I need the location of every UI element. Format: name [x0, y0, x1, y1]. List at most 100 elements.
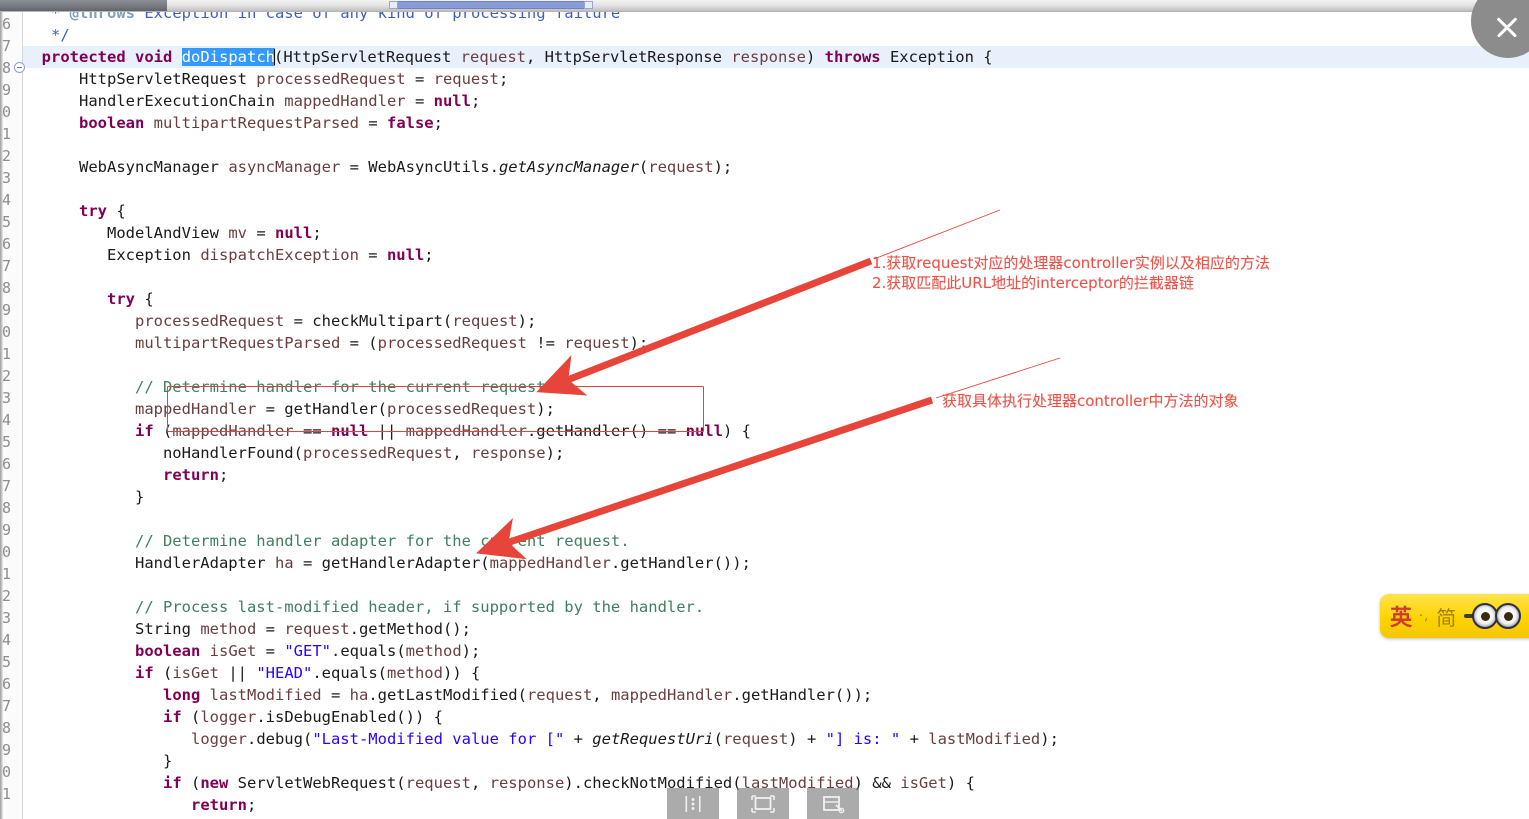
code-line[interactable]: */ [23, 24, 70, 46]
line-number: 0 [2, 323, 12, 341]
code-line[interactable]: return; [23, 794, 256, 816]
ime-punctuation-toggle[interactable]: ·, [1419, 609, 1429, 624]
code-token: .getHandler()); [610, 554, 751, 572]
code-line[interactable]: multipartRequestParsed = (processedReque… [23, 332, 648, 354]
code-token: } [23, 488, 145, 506]
code-token: method [200, 620, 257, 638]
code-token: HandlerExecutionChain [23, 92, 285, 110]
code-line[interactable]: processedRequest = checkMultipart(reques… [23, 310, 536, 332]
line-number: 5 [2, 653, 12, 671]
code-line[interactable]: } [23, 486, 144, 508]
code-line[interactable]: logger.debug("Last-Modified value for ["… [23, 728, 1059, 750]
fullscreen-capture-icon[interactable] [737, 788, 789, 819]
code-line[interactable]: WebAsyncManager asyncManager = WebAsyncU… [23, 156, 732, 178]
code-line[interactable]: // Process last-modified header, if supp… [23, 596, 704, 618]
line-number: 2 [2, 367, 12, 385]
code-line[interactable]: ModelAndView mv = null; [23, 222, 322, 244]
highlight-box-get-handler [167, 386, 704, 432]
window-capture-icon[interactable] [807, 788, 859, 819]
code-line[interactable]: HttpServletRequest processedRequest = re… [23, 68, 508, 90]
line-number: 4 [2, 411, 12, 429]
code-token: HttpServletRequest [23, 70, 257, 88]
code-token: { [135, 290, 154, 308]
code-token: , [470, 774, 490, 792]
screen-capture-toolbar[interactable] [667, 788, 859, 819]
code-token: mappedHandler [284, 92, 406, 110]
code-token: * [23, 11, 70, 22]
code-token: logger [200, 708, 257, 726]
line-number: 9 [2, 301, 12, 319]
code-token: processedRequest [134, 312, 285, 330]
code-token: ServletWebRequest( [228, 774, 406, 792]
code-line[interactable]: if (isGet || "HEAD".equals(method)) { [23, 662, 480, 684]
code-token: ; [246, 796, 257, 814]
code-token: .equals( [331, 642, 406, 660]
screen-root: * @throws Exception in case of any kind … [0, 0, 1529, 819]
code-token: { [107, 202, 126, 220]
code-token: ( [638, 158, 649, 176]
code-token: "GET" [284, 642, 331, 660]
code-line[interactable]: try { [23, 200, 126, 222]
code-token: processedRequest [302, 444, 453, 462]
code-token: .debug( [246, 730, 313, 748]
code-line[interactable]: return; [23, 464, 228, 486]
code-line[interactable]: if (logger.isDebugEnabled()) { [23, 706, 443, 728]
code-token: .getMethod(); [349, 620, 471, 638]
code-line[interactable]: protected void doDispatch(HttpServletReq… [23, 46, 993, 68]
code-token: .getHandler()); [732, 686, 873, 704]
code-fold-marker[interactable] [14, 62, 25, 73]
code-token: "] is: " [825, 730, 901, 748]
code-token: request [526, 686, 593, 704]
code-line[interactable]: boolean multipartRequestParsed = false; [23, 112, 443, 134]
code-line[interactable]: String method = request.getMethod(); [23, 618, 471, 640]
code-token: protected [41, 48, 126, 66]
code-token: ha [349, 686, 369, 704]
drag-handle-icon[interactable] [667, 788, 719, 819]
line-number: 5 [2, 213, 12, 231]
code-token: request [564, 334, 630, 352]
code-line[interactable]: Exception dispatchException = null; [23, 244, 434, 266]
code-line[interactable]: * @throws Exception in case of any kind … [23, 11, 620, 24]
code-line[interactable]: noHandlerFound(processedRequest, respons… [23, 442, 564, 464]
code-token: dispatchException [200, 246, 359, 264]
code-token: new [200, 774, 229, 792]
code-token: ); [629, 334, 649, 352]
ime-language-bar[interactable]: 英 ·, 简 [1380, 594, 1529, 638]
code-token: ( [181, 708, 201, 726]
code-token: multipartRequestParsed [153, 114, 359, 132]
code-line[interactable]: // Determine handler adapter for the cur… [23, 530, 630, 552]
code-token: .equals( [312, 664, 387, 682]
code-token: || [219, 664, 257, 682]
code-token: // Determine handler adapter for the cur… [134, 532, 630, 550]
code-line[interactable]: long lastModified = ha.getLastModified(r… [23, 684, 872, 706]
toolbar-highlighted-item[interactable] [395, 1, 587, 9]
toolbar-tab-block[interactable] [0, 0, 167, 11]
code-token: try [79, 202, 107, 220]
line-number: 0 [2, 763, 12, 781]
ime-script-mode-label[interactable]: 简 [1436, 602, 1456, 631]
code-token: ; [498, 70, 509, 88]
ime-language-label[interactable]: 英 [1390, 600, 1412, 632]
selected-token: doDispatch [181, 48, 276, 66]
code-token: HandlerAdapter [23, 554, 275, 572]
code-line[interactable]: HandlerAdapter ha = getHandlerAdapter(ma… [23, 552, 751, 574]
code-line[interactable]: HandlerExecutionChain mappedHandler = nu… [23, 90, 480, 112]
code-token: , [452, 444, 471, 462]
code-token: ); [545, 444, 565, 462]
code-token: null [386, 246, 425, 264]
code-token: ) && [853, 774, 901, 792]
code-token: ) { [946, 774, 975, 792]
code-token: ; [424, 246, 434, 264]
code-line[interactable]: boolean isGet = "GET".equals(method); [23, 640, 480, 662]
sogou-eyes-logo[interactable] [1472, 603, 1522, 629]
line-number: 1 [2, 785, 12, 803]
line-number: 6 [2, 15, 12, 33]
code-line[interactable]: try { [23, 288, 154, 310]
code-token: getAsyncManager [498, 158, 639, 176]
line-number: 4 [2, 631, 12, 649]
code-token: ) [805, 48, 825, 66]
code-line[interactable]: } [23, 750, 172, 772]
